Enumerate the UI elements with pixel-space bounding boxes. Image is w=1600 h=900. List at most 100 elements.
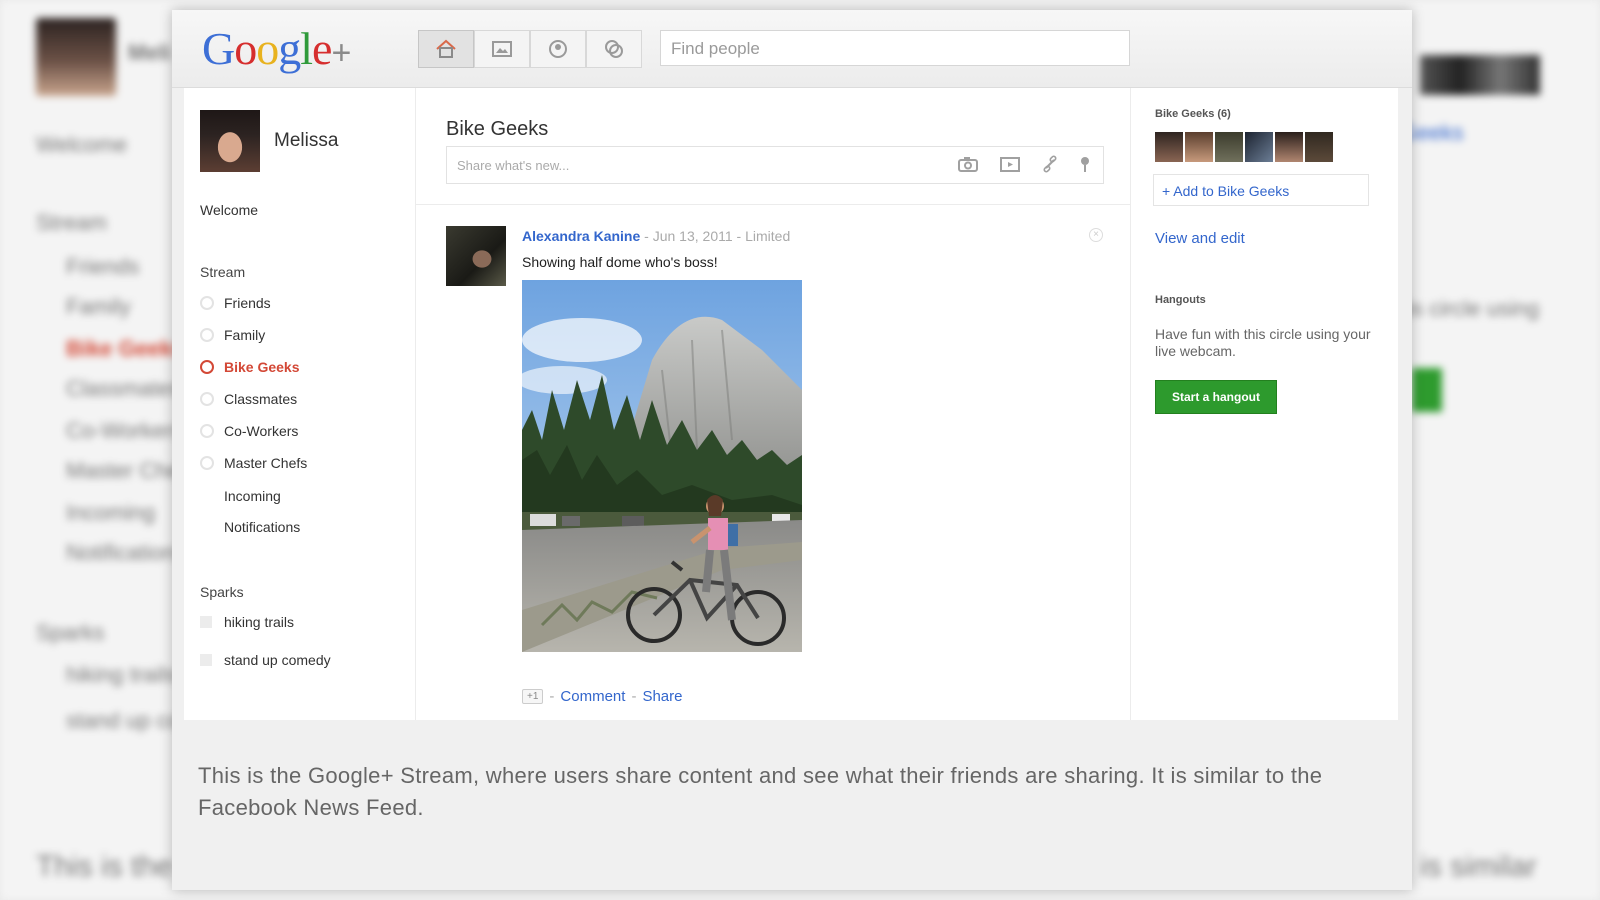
post-photo[interactable]	[522, 280, 802, 652]
stream-item-family[interactable]: Family	[200, 324, 265, 346]
circle-icon	[200, 392, 214, 406]
spark-item-stand-up-comedy[interactable]: stand up comedy	[200, 649, 331, 671]
member-avatar[interactable]	[1275, 132, 1303, 162]
circle-icon	[200, 296, 214, 310]
logo-plus: +	[331, 34, 351, 72]
circles-icon	[605, 40, 623, 58]
photos-button[interactable]	[474, 30, 530, 68]
background-welcome: Welcome	[36, 132, 128, 157]
share-link[interactable]: Share	[642, 688, 682, 705]
content-area: Melissa Welcome Stream Friends Family Bi…	[184, 88, 1398, 720]
hangouts-description: Have fun with this circle using your liv…	[1155, 326, 1371, 359]
circle-icon	[200, 424, 214, 438]
member-avatar[interactable]	[1245, 132, 1273, 162]
screenshot-card: Google+ Find people Melissa Welcome Stre…	[172, 10, 1412, 890]
spark-label: hiking trails	[224, 614, 295, 630]
stream-item-label: Bike Geeks	[224, 359, 300, 375]
stream-title[interactable]: Stream	[200, 264, 245, 280]
background-name: Meli	[128, 40, 171, 65]
background-spark: stand up co	[66, 708, 180, 733]
background-sparks: Sparks	[36, 620, 105, 645]
link-icon[interactable]	[1041, 155, 1059, 173]
stream-item-bike-geeks[interactable]: Bike Geeks	[200, 356, 300, 378]
action-separator: -	[631, 688, 637, 705]
find-people-input[interactable]: Find people	[660, 30, 1130, 66]
nav-buttons	[418, 30, 642, 68]
comment-link[interactable]: Comment	[560, 688, 625, 705]
stream-item-label: Notifications	[224, 519, 301, 535]
stream-item-master-chefs[interactable]: Master Chefs	[200, 452, 307, 474]
background-caption-right: is similar	[1420, 850, 1537, 883]
right-sidebar: Bike Geeks (6) + Add to Bike Geeks View …	[1130, 88, 1398, 720]
background-item: Bike Geeks	[66, 336, 185, 361]
background-avatar	[36, 18, 116, 96]
profile-button[interactable]	[530, 30, 586, 68]
share-input[interactable]: Share what's new...	[457, 158, 569, 173]
google-plus-logo[interactable]: Google+	[202, 22, 351, 75]
plus-one-button[interactable]: +1	[522, 689, 544, 704]
profile-name[interactable]: Melissa	[274, 130, 338, 152]
spark-label: stand up comedy	[224, 652, 331, 668]
caption-text: This is the Google+ Stream, where users …	[198, 763, 1323, 820]
top-bar: Google+ Find people	[172, 10, 1412, 88]
member-avatars	[1155, 132, 1333, 162]
stream-main: Bike Geeks Share what's new... Alexandra…	[416, 88, 1130, 720]
background-item: Family	[66, 294, 131, 319]
stream-item-label: Master Chefs	[224, 455, 308, 471]
background-hangout-button	[1412, 368, 1442, 412]
welcome-link[interactable]: Welcome	[200, 202, 258, 218]
logo-letter: l	[300, 23, 313, 74]
location-icon[interactable]	[1079, 155, 1091, 173]
stream-item-friends[interactable]: Friends	[200, 292, 271, 314]
stream-item-incoming[interactable]: Incoming	[200, 485, 281, 507]
member-avatar[interactable]	[1155, 132, 1183, 162]
logo-letter: o	[256, 23, 279, 74]
post-close-icon[interactable]: ×	[1089, 228, 1103, 242]
camera-icon[interactable]	[957, 155, 979, 173]
home-icon	[436, 39, 456, 58]
photos-icon	[492, 41, 512, 57]
background-caption-left: This is the	[36, 850, 173, 883]
post-visibility[interactable]: Limited	[745, 228, 790, 244]
home-button[interactable]	[418, 30, 474, 68]
background-item: Co-Workers	[66, 418, 183, 443]
add-to-circle-button[interactable]: + Add to Bike Geeks	[1153, 174, 1369, 206]
member-avatar[interactable]	[1305, 132, 1333, 162]
stream-item-co-workers[interactable]: Co-Workers	[200, 420, 298, 442]
action-separator: -	[549, 688, 555, 705]
stream-item-label: Co-Workers	[224, 423, 299, 439]
start-hangout-button[interactable]: Start a hangout	[1155, 380, 1277, 414]
logo-letter: G	[202, 23, 235, 74]
post-author-avatar[interactable]	[446, 226, 506, 286]
background-spark: hiking trails	[66, 662, 177, 687]
circle-icon	[200, 360, 214, 374]
post-header: Alexandra Kanine - Jun 13, 2011 - Limite…	[522, 228, 790, 244]
post-author-link[interactable]: Alexandra Kanine	[522, 228, 640, 244]
profile-icon	[549, 40, 567, 58]
stream-item-notifications[interactable]: Notifications	[200, 516, 300, 538]
member-avatar[interactable]	[1185, 132, 1213, 162]
member-avatar[interactable]	[1215, 132, 1243, 162]
spark-icon	[200, 616, 212, 628]
sparks-title[interactable]: Sparks	[200, 584, 244, 600]
post-actions: +1 - Comment - Share	[522, 688, 682, 705]
post-date[interactable]: Jun 13, 2011	[653, 228, 733, 244]
background-members	[1420, 55, 1540, 95]
stream-item-label: Friends	[224, 295, 271, 311]
post-separator: -	[736, 228, 742, 244]
circle-member-count: Bike Geeks (6)	[1155, 108, 1231, 120]
spark-icon	[200, 654, 212, 666]
share-box[interactable]: Share what's new...	[446, 146, 1104, 184]
profile-avatar[interactable]	[200, 110, 260, 172]
background-hangout-text: his circle using	[1395, 296, 1540, 321]
post-text: Showing half dome who's boss!	[522, 254, 718, 270]
half-dome-photo	[522, 280, 802, 652]
video-icon[interactable]	[999, 155, 1021, 173]
circles-button[interactable]	[586, 30, 642, 68]
spark-item-hiking-trails[interactable]: hiking trails	[200, 611, 294, 633]
background-item: Notifications	[66, 540, 186, 565]
circle-icon	[200, 328, 214, 342]
view-and-edit-link[interactable]: View and edit	[1155, 230, 1245, 247]
stream-item-classmates[interactable]: Classmates	[200, 388, 297, 410]
stream-item-label: Family	[224, 327, 266, 343]
